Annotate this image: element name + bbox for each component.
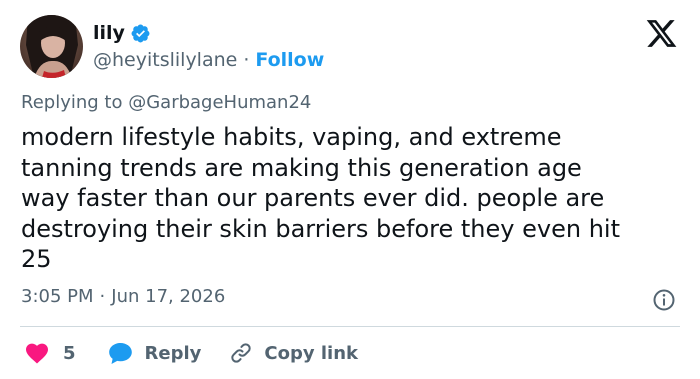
handle-separator: · [243, 49, 250, 71]
tweet-time: 3:05 PM [21, 286, 94, 307]
follow-button[interactable]: Follow [255, 49, 324, 71]
action-bar: 5 Reply Copy link [25, 336, 358, 370]
replying-mention[interactable]: @GarbageHuman24 [128, 92, 311, 113]
tweet-date: Jun 17, 2026 [111, 286, 226, 307]
replying-prefix: Replying to [21, 92, 123, 113]
tweet-card: lily @heyitslilylane · Follow Replying t… [0, 0, 700, 379]
speech-bubble-icon [108, 342, 133, 365]
avatar[interactable] [20, 15, 83, 78]
display-name[interactable]: lily [93, 22, 125, 44]
tweet-timestamp[interactable]: 3:05 PM · Jun 17, 2026 [21, 286, 225, 307]
info-icon[interactable] [652, 288, 676, 312]
handle-row: @heyitslilylane · Follow [93, 47, 324, 73]
reply-button[interactable]: Reply [108, 342, 202, 365]
copy-link-button[interactable]: Copy link [229, 341, 358, 365]
reply-label: Reply [144, 342, 202, 364]
replying-to: Replying to @GarbageHuman24 [21, 92, 311, 113]
divider [20, 326, 680, 327]
copy-link-label: Copy link [264, 342, 358, 364]
name-row: lily [93, 19, 151, 47]
tweet-text: modern lifestyle habits, vaping, and ext… [21, 123, 620, 273]
like-count: 5 [63, 342, 76, 364]
heart-icon [25, 342, 49, 364]
verified-badge-icon [130, 23, 151, 44]
like-button[interactable]: 5 [25, 342, 76, 364]
user-handle[interactable]: @heyitslilylane [93, 49, 237, 71]
x-logo-icon[interactable] [645, 17, 678, 50]
link-icon [229, 341, 253, 365]
timestamp-separator: · [99, 286, 106, 307]
avatar-photo [20, 15, 83, 78]
